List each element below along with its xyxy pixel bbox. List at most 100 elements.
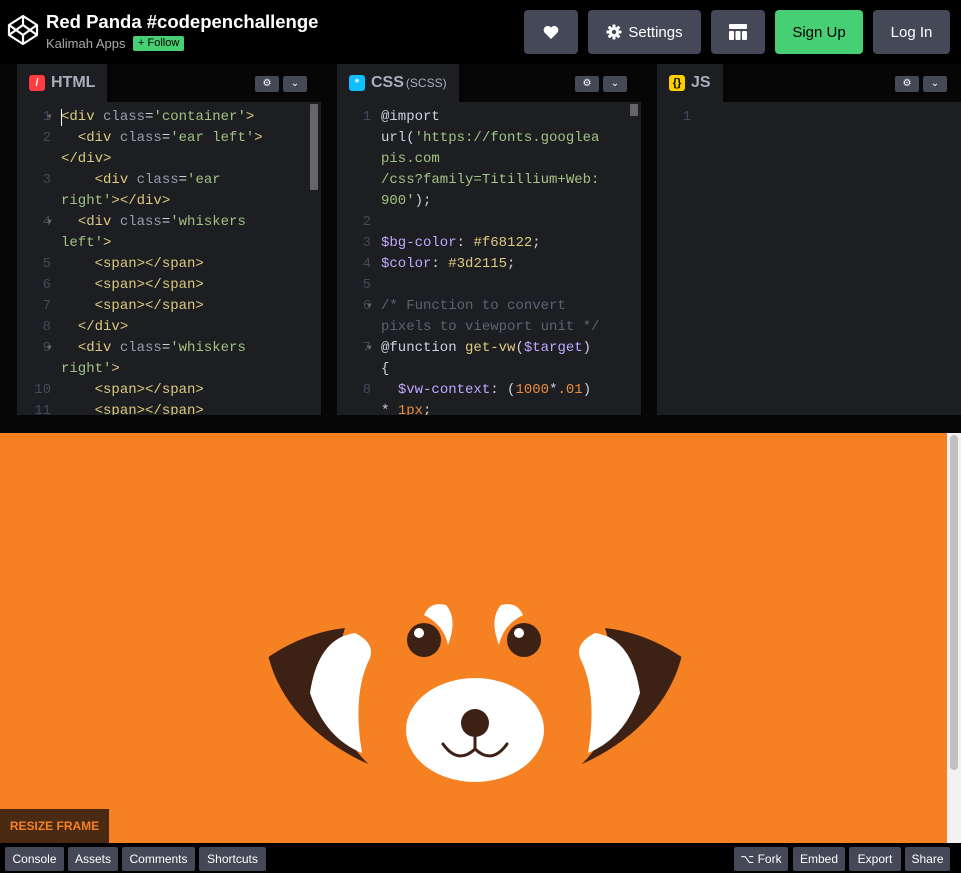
codepen-logo-icon[interactable] <box>6 13 40 47</box>
fold-arrow-icon[interactable]: ▼ <box>47 212 52 233</box>
code-line: /* Function to convert <box>381 298 566 314</box>
css-editor-tab[interactable]: * CSS (SCSS) <box>337 64 459 102</box>
editor-collapse-chevron-icon[interactable]: ⌄ <box>603 76 627 92</box>
code-line: <span></span> <box>94 277 204 293</box>
line-number: 3 <box>42 172 51 188</box>
css-editor-title: CSS <box>371 74 404 91</box>
line-number <box>345 359 371 380</box>
preview-resize-divider[interactable] <box>0 415 961 433</box>
editor-collapse-chevron-icon[interactable]: ⌄ <box>283 76 307 92</box>
log-in-button[interactable]: Log In <box>873 10 950 54</box>
code-line: right'> <box>61 361 120 377</box>
code-line: pis.com <box>381 151 440 167</box>
gear-icon <box>606 24 622 40</box>
line-number <box>345 149 371 170</box>
author-link[interactable]: Kalimah Apps <box>46 36 126 51</box>
css-preprocessor-label: (SCSS) <box>405 76 447 90</box>
editor-resizer[interactable] <box>321 64 337 415</box>
line-number <box>345 191 371 212</box>
line-number: 8 <box>362 382 371 398</box>
preview-scrollbar-thumb[interactable] <box>950 435 958 770</box>
text-cursor <box>61 109 62 126</box>
red-panda-illustration <box>265 470 685 786</box>
embed-button[interactable]: Embed <box>793 847 845 871</box>
html-editor: / HTML ⚙ ⌄ 1 ▼ <div class='container'> 2 <d… <box>17 64 321 415</box>
js-badge-icon: {} <box>669 75 685 91</box>
top-bar: Red Panda #codepenchallenge Kalimah Apps… <box>0 0 961 64</box>
editor-collapse-chevron-icon[interactable]: ⌄ <box>923 76 947 92</box>
line-number <box>25 359 51 380</box>
line-number <box>345 317 371 338</box>
js-editor-tab[interactable]: {} JS <box>657 64 723 102</box>
editor-resizer[interactable] <box>641 64 657 415</box>
html-editor-scrollbar[interactable] <box>310 104 318 190</box>
code-line: <div class='container'> <box>61 109 255 125</box>
console-button[interactable]: Console <box>5 847 64 871</box>
code-line: left'> <box>61 235 112 251</box>
eye-left <box>407 623 441 657</box>
shortcuts-button[interactable]: Shortcuts <box>199 847 266 871</box>
code-line: <div class='ear left'> <box>77 130 263 146</box>
js-editor-title: JS <box>691 74 711 91</box>
code-line: * 1px; <box>381 403 432 415</box>
fold-arrow-icon[interactable]: ▼ <box>367 296 372 317</box>
editor-settings-gear-icon[interactable]: ⚙ <box>895 76 919 92</box>
code-line: <div class='whiskers <box>77 340 246 356</box>
code-line: </div> <box>61 151 112 167</box>
change-view-button[interactable] <box>711 10 765 54</box>
css-badge-icon: * <box>349 75 365 91</box>
html-editor-tab[interactable]: / HTML <box>17 64 108 102</box>
code-line: url('https://fonts.googlea <box>381 130 600 146</box>
line-number <box>345 170 371 191</box>
export-button[interactable]: Export <box>849 847 901 871</box>
line-number <box>345 401 371 415</box>
editor-settings-gear-icon[interactable]: ⚙ <box>255 76 279 92</box>
assets-button[interactable]: Assets <box>68 847 118 871</box>
js-editor-controls: ⚙ ⌄ <box>895 76 947 92</box>
line-number <box>25 149 51 170</box>
line-number: 3 <box>362 235 371 251</box>
settings-button[interactable]: Settings <box>588 10 701 54</box>
code-line: <div class='whiskers <box>77 214 246 230</box>
line-number: 8 <box>42 319 51 335</box>
code-line: @function get-vw($target) <box>381 340 592 356</box>
preview-scrollbar[interactable] <box>947 433 961 843</box>
line-number: 5 <box>362 277 371 293</box>
code-line: </div> <box>77 319 129 335</box>
line-number <box>345 128 371 149</box>
layout-grid-icon <box>729 24 747 40</box>
line-number: 6 <box>42 277 51 293</box>
like-button[interactable] <box>524 10 578 54</box>
line-number: 2 <box>42 130 51 146</box>
js-editor: {} JS ⚙ ⌄ 1 <box>657 64 961 415</box>
fork-button[interactable]: ⌥ Fork <box>734 847 788 871</box>
html-code-area[interactable]: 1 ▼ <div class='container'> 2 <div class='e… <box>17 102 321 415</box>
pen-title: Red Panda #codepenchallenge <box>46 11 319 32</box>
editor-settings-gear-icon[interactable]: ⚙ <box>575 76 599 92</box>
line-number <box>25 191 51 212</box>
sign-up-button[interactable]: Sign Up <box>775 10 863 54</box>
resize-frame-button[interactable]: RESIZE FRAME <box>0 809 109 843</box>
nose <box>461 709 489 737</box>
css-editor-scrollbar[interactable] <box>630 104 638 116</box>
js-code-area[interactable]: 1 <box>657 102 961 415</box>
code-line: <span></span> <box>94 298 204 314</box>
line-number: 4 <box>362 256 371 272</box>
code-line: @import <box>381 109 440 125</box>
css-editor-header: * CSS (SCSS) ⚙ ⌄ <box>337 64 641 102</box>
share-button[interactable]: Share <box>905 847 950 871</box>
line-number: 11 <box>34 403 51 415</box>
html-badge-icon: / <box>29 75 45 91</box>
fold-arrow-icon[interactable]: ▼ <box>47 107 52 128</box>
comments-button[interactable]: Comments <box>122 847 195 871</box>
fold-arrow-icon[interactable]: ▼ <box>47 338 52 359</box>
css-code-area[interactable]: 1 @import url('https://fonts.googlea pis.co… <box>337 102 641 415</box>
line-number: 1 <box>682 109 691 125</box>
line-number: 2 <box>362 214 371 230</box>
heart-icon <box>543 25 559 39</box>
fold-arrow-icon[interactable]: ▼ <box>367 338 372 359</box>
eye-right <box>507 623 541 657</box>
code-line: $bg-color: #f68122; <box>381 235 541 251</box>
code-line: $vw-context: (1000*.01) <box>397 382 592 398</box>
follow-button[interactable]: + Follow <box>133 36 185 51</box>
